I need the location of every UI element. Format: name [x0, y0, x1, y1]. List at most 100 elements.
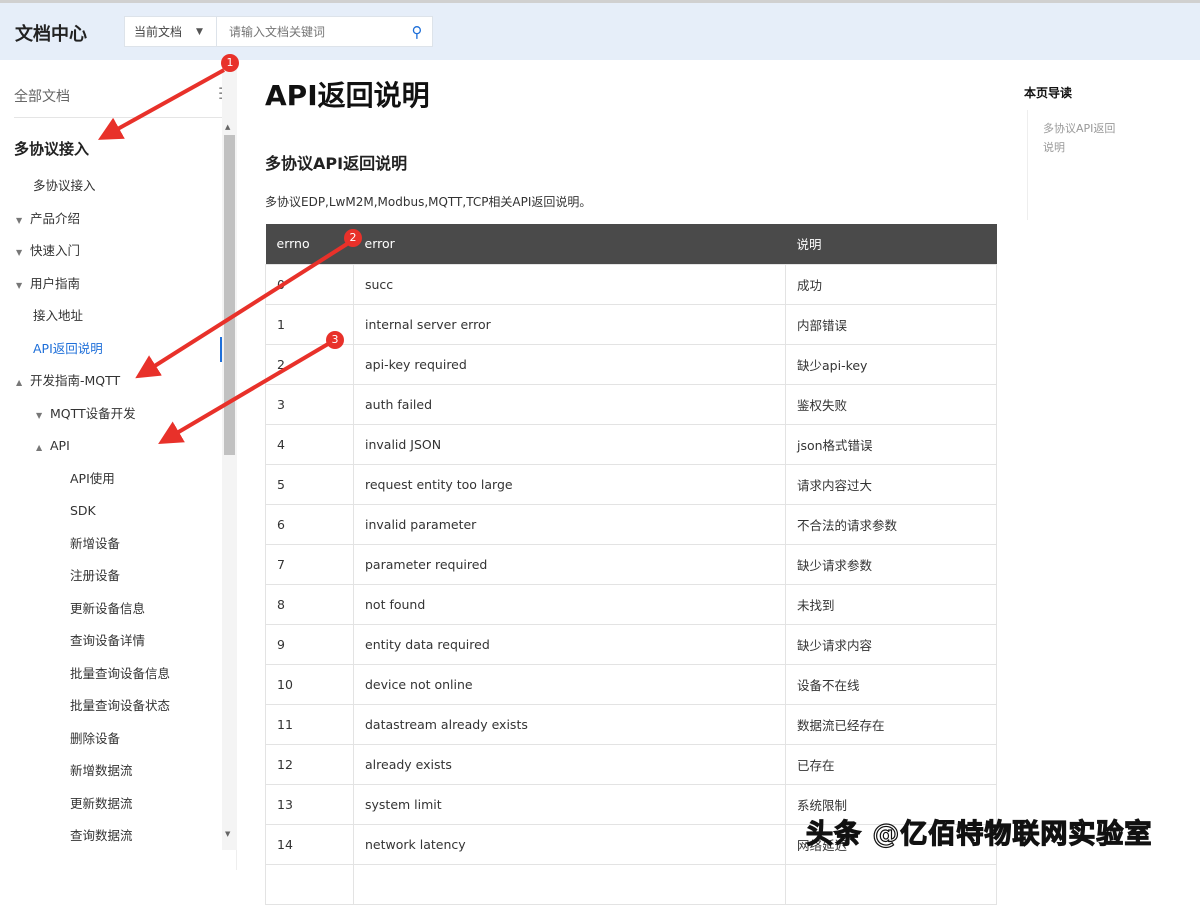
- errno-cell: 9: [266, 624, 354, 664]
- description-cell: 缺少请求参数: [786, 544, 997, 584]
- error-code-table: errno error 说明 0succ成功1internal server e…: [265, 224, 997, 905]
- description-cell: json格式错误: [786, 424, 997, 464]
- toc-link[interactable]: 多协议API返回说明: [1043, 119, 1123, 157]
- errno-cell: 2: [266, 344, 354, 384]
- sidebar-item-label: 批量查询设备信息: [70, 666, 170, 681]
- sidebar-item-label: 快速入门: [30, 243, 80, 258]
- error-cell: parameter required: [354, 544, 786, 584]
- sidebar-item[interactable]: 新增数据流: [0, 755, 222, 788]
- errno-cell: 4: [266, 424, 354, 464]
- sidebar-section-title: 多协议接入: [14, 138, 89, 159]
- sidebar-item[interactable]: 批量查询设备状态: [0, 690, 222, 723]
- sidebar-item[interactable]: 新增设备: [0, 528, 222, 561]
- sidebar-item[interactable]: 删除设备: [0, 723, 222, 756]
- caret-down-icon: ▼: [196, 27, 203, 37]
- sidebar-item[interactable]: ▼用户指南: [0, 268, 222, 301]
- table-row: 4invalid JSONjson格式错误: [266, 424, 997, 464]
- watermark: 头条 @亿佰特物联网实验室: [806, 812, 1152, 851]
- description-cell: 鉴权失败: [786, 384, 997, 424]
- search-input[interactable]: [217, 25, 402, 39]
- sidebar-item[interactable]: ▲开发指南-MQTT: [0, 365, 222, 398]
- scope-select[interactable]: 当前文档▼: [125, 17, 217, 46]
- site-logo[interactable]: 文档中心: [15, 20, 87, 46]
- sidebar-item-label: 新增数据流: [70, 763, 133, 778]
- sidebar-item-label: 新增设备: [70, 536, 120, 551]
- errno-cell: 0: [266, 264, 354, 304]
- table-row: 9entity data required缺少请求内容: [266, 624, 997, 664]
- error-cell: request entity too large: [354, 464, 786, 504]
- sidebar-item-label: API返回说明: [33, 341, 103, 356]
- sidebar-item[interactable]: API返回说明: [0, 333, 222, 366]
- expand-icon[interactable]: ▼: [16, 205, 30, 238]
- error-cell: already exists: [354, 744, 786, 784]
- description-cell: [786, 864, 997, 904]
- errno-cell: 7: [266, 544, 354, 584]
- table-row: 6invalid parameter不合法的请求参数: [266, 504, 997, 544]
- section-title: 多协议API返回说明: [265, 150, 407, 174]
- errno-cell: 13: [266, 784, 354, 824]
- description-cell: 未找到: [786, 584, 997, 624]
- sidebar-item-label: API使用: [70, 471, 115, 486]
- error-cell: device not online: [354, 664, 786, 704]
- sidebar-item[interactable]: 批量查询设备信息: [0, 658, 222, 691]
- error-cell: invalid JSON: [354, 424, 786, 464]
- sidebar-item[interactable]: 注册设备: [0, 560, 222, 593]
- toc-title: 本页导读: [1024, 84, 1197, 101]
- sidebar-item-label: 查询设备详情: [70, 633, 145, 648]
- column-header-errno: errno: [266, 224, 354, 264]
- sidebar-scrollbar[interactable]: ▲ ▼: [222, 60, 237, 850]
- error-cell: succ: [354, 264, 786, 304]
- annotation-badge-3: 3: [326, 331, 344, 349]
- sidebar-item[interactable]: 更新数据流: [0, 788, 222, 821]
- error-cell: not found: [354, 584, 786, 624]
- error-cell: invalid parameter: [354, 504, 786, 544]
- description-cell: 成功: [786, 264, 997, 304]
- expand-icon[interactable]: ▼: [16, 270, 30, 303]
- error-cell: internal server error: [354, 304, 786, 344]
- sidebar-item-label: 注册设备: [70, 568, 120, 583]
- error-cell: entity data required: [354, 624, 786, 664]
- table-row: 11datastream already exists数据流已经存在: [266, 704, 997, 744]
- error-cell: [354, 864, 786, 904]
- error-cell: system limit: [354, 784, 786, 824]
- scrollbar-thumb[interactable]: [224, 135, 235, 455]
- sidebar-item[interactable]: ▼快速入门: [0, 235, 222, 268]
- sidebar-item-label: 多协议接入: [33, 178, 96, 193]
- header: 文档中心 当前文档▼ ⚲: [0, 3, 1200, 60]
- collapse-icon[interactable]: ▲: [16, 367, 30, 400]
- error-cell: datastream already exists: [354, 704, 786, 744]
- sidebar-item[interactable]: ▲API: [0, 430, 222, 463]
- errno-cell: 5: [266, 464, 354, 504]
- sidebar-item[interactable]: API使用: [0, 463, 222, 496]
- sidebar-item[interactable]: 查询设备详情: [0, 625, 222, 658]
- sidebar-item[interactable]: ▼MQTT设备开发: [0, 398, 222, 431]
- sidebar-item[interactable]: 更新设备信息: [0, 593, 222, 626]
- search-icon[interactable]: ⚲: [402, 23, 432, 41]
- sidebar-title: 全部文档: [14, 86, 70, 106]
- sidebar-item[interactable]: 查询数据流: [0, 820, 222, 853]
- toc-line: [1027, 110, 1028, 220]
- page-title: API返回说明: [265, 74, 430, 114]
- sidebar-item-label: 删除设备: [70, 731, 120, 746]
- errno-cell: 8: [266, 584, 354, 624]
- collapse-icon[interactable]: ▲: [36, 432, 50, 465]
- expand-icon[interactable]: ▼: [16, 237, 30, 270]
- scroll-down-icon[interactable]: ▼: [225, 830, 230, 838]
- table-row: 10device not online设备不在线: [266, 664, 997, 704]
- sidebar-item[interactable]: SDK: [0, 495, 222, 528]
- table-row: 8not found未找到: [266, 584, 997, 624]
- sidebar-item-label: 产品介绍: [30, 211, 80, 226]
- scroll-up-icon[interactable]: ▲: [225, 123, 230, 131]
- description-cell: 请求内容过大: [786, 464, 997, 504]
- sidebar-item[interactable]: 接入地址: [0, 300, 222, 333]
- sidebar-item-label: 批量查询设备状态: [70, 698, 170, 713]
- sidebar-item-label: SDK: [70, 503, 96, 518]
- sidebar-item[interactable]: 多协议接入: [0, 170, 222, 203]
- sidebar-item-label: 用户指南: [30, 276, 80, 291]
- sidebar-item-label: 开发指南-MQTT: [30, 373, 120, 388]
- sidebar-item[interactable]: ▼产品介绍: [0, 203, 222, 236]
- errno-cell: 14: [266, 824, 354, 864]
- expand-icon[interactable]: ▼: [36, 400, 50, 433]
- description-cell: 缺少请求内容: [786, 624, 997, 664]
- page-toc: 本页导读 多协议API返回说明: [1027, 84, 1197, 157]
